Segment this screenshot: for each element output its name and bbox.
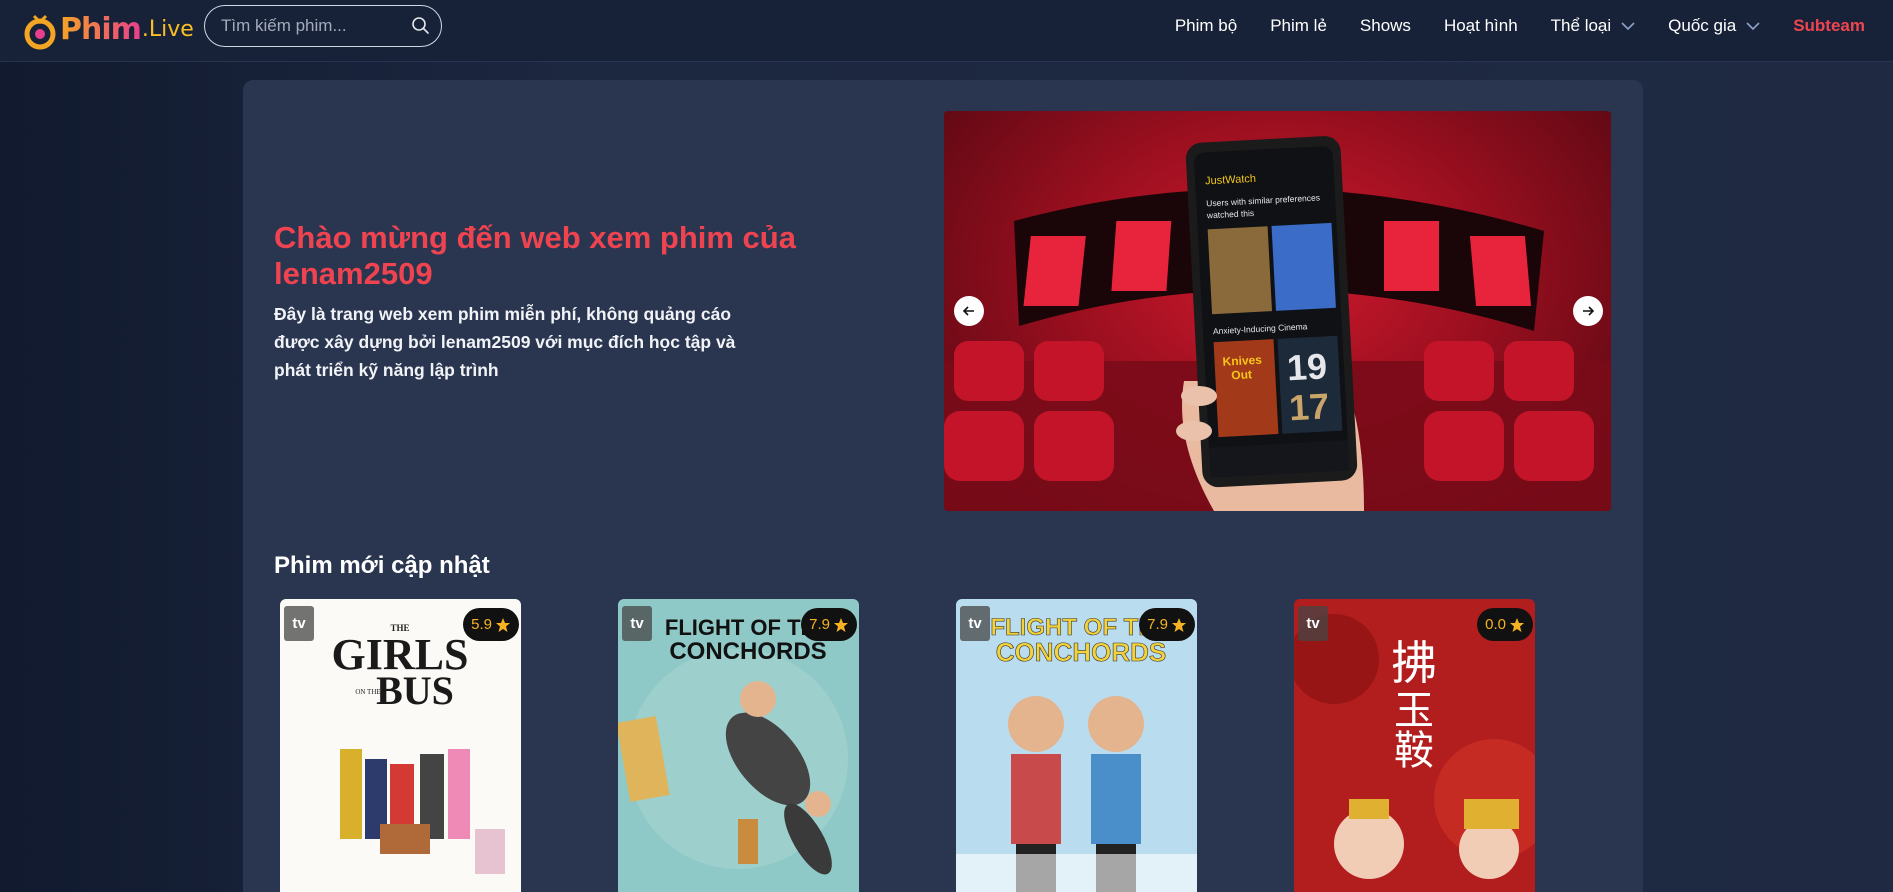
movie-poster: FLIGHT OF THE CONCHORDS — [956, 599, 1197, 892]
logo-text: Phim — [60, 10, 142, 50]
star-icon — [1510, 617, 1524, 632]
movie-card[interactable]: THE GIRLS ON THE BUS tv 5.9 — [280, 599, 521, 892]
star-icon — [496, 617, 510, 632]
nav-label: Thể loại — [1550, 16, 1612, 35]
rating-value: 7.9 — [809, 616, 830, 633]
svg-text:Out: Out — [1231, 367, 1252, 382]
rating-value: 5.9 — [471, 616, 492, 633]
star-icon — [834, 617, 848, 632]
slider-next-button[interactable] — [1573, 296, 1603, 326]
slide-image: JustWatch Users with similar preferences… — [944, 136, 1611, 511]
nav-item-subteam[interactable]: Subteam — [1793, 16, 1865, 36]
rating-badge: 5.9 — [463, 608, 519, 641]
nav-item-shows[interactable]: Shows — [1360, 16, 1411, 36]
movie-card[interactable]: FLIGHT OF THE CONCHORDS tv 7.9 — [618, 599, 859, 892]
chevron-down-icon — [1746, 22, 1760, 31]
type-badge: tv — [622, 606, 652, 641]
search-box — [204, 5, 442, 47]
hero-slider[interactable]: JustWatch Users with similar preferences… — [944, 111, 1611, 511]
arrow-right-icon — [1583, 306, 1595, 316]
arrow-left-icon — [962, 306, 974, 316]
nav-dropdown-the-loai[interactable]: Thể loại — [1551, 16, 1635, 36]
svg-text:Knives: Knives — [1222, 353, 1262, 369]
nav-item-hoat-hinh[interactable]: Hoạt hình — [1444, 16, 1518, 36]
nav-dropdown-quoc-gia[interactable]: Quốc gia — [1668, 16, 1760, 36]
site-logo[interactable]: Phim .Live — [22, 6, 194, 50]
hero-title: Chào mừng đến web xem phim của lenam2509 — [274, 220, 796, 291]
rating-badge: 7.9 — [1139, 608, 1195, 641]
nav-item-phim-bo[interactable]: Phim bộ — [1175, 16, 1237, 36]
main-nav: Phim bộ Phim lẻ Shows Hoạt hình Thể loại… — [1142, 0, 1865, 52]
rating-badge: 7.9 — [801, 608, 857, 641]
section-title: Phim mới cập nhật — [274, 552, 490, 579]
movie-poster: FLIGHT OF THE CONCHORDS — [618, 599, 859, 892]
movie-poster: 拂 玉 鞍 — [1294, 599, 1535, 892]
svg-text:CONCHORDS: CONCHORDS — [669, 638, 826, 665]
star-icon — [1172, 617, 1186, 632]
svg-text:19: 19 — [1286, 345, 1328, 388]
type-badge: tv — [284, 606, 314, 641]
movie-card[interactable]: FLIGHT OF THE CONCHORDS tv 7.9 — [956, 599, 1197, 892]
top-navbar: Phim .Live Phim bộ Phim lẻ Shows Hoạt hì… — [0, 0, 1893, 62]
nav-label: Quốc gia — [1668, 16, 1737, 35]
hero-description: Đây là trang web xem phim miễn phí, khôn… — [274, 304, 736, 380]
movie-card[interactable]: 拂 玉 鞍 tv 0.0 — [1294, 599, 1535, 892]
svg-text:BUS: BUS — [376, 668, 454, 713]
type-badge: tv — [1298, 606, 1328, 641]
movie-poster: THE GIRLS ON THE BUS — [280, 599, 521, 892]
nav-label: Subteam — [1793, 16, 1865, 35]
rating-badge: 0.0 — [1477, 608, 1533, 641]
chevron-down-icon — [1621, 22, 1635, 31]
logo-icon — [24, 14, 56, 50]
rating-value: 0.0 — [1485, 616, 1506, 633]
search-icon[interactable] — [411, 16, 431, 36]
svg-text:17: 17 — [1288, 385, 1330, 428]
nav-label: Shows — [1359, 16, 1411, 35]
logo-suffix: .Live — [141, 17, 194, 42]
svg-text:鞍: 鞍 — [1394, 728, 1434, 774]
svg-text:CONCHORDS: CONCHORDS — [996, 637, 1166, 667]
nav-item-phim-le[interactable]: Phim lẻ — [1270, 16, 1327, 36]
nav-label: Hoạt hình — [1443, 16, 1518, 35]
nav-label: Phim lẻ — [1270, 16, 1327, 35]
search-input[interactable] — [221, 16, 401, 36]
rating-value: 7.9 — [1147, 616, 1168, 633]
nav-label: Phim bộ — [1174, 16, 1238, 35]
type-badge: tv — [960, 606, 990, 641]
slider-prev-button[interactable] — [954, 296, 984, 326]
svg-text:拂: 拂 — [1391, 636, 1437, 690]
